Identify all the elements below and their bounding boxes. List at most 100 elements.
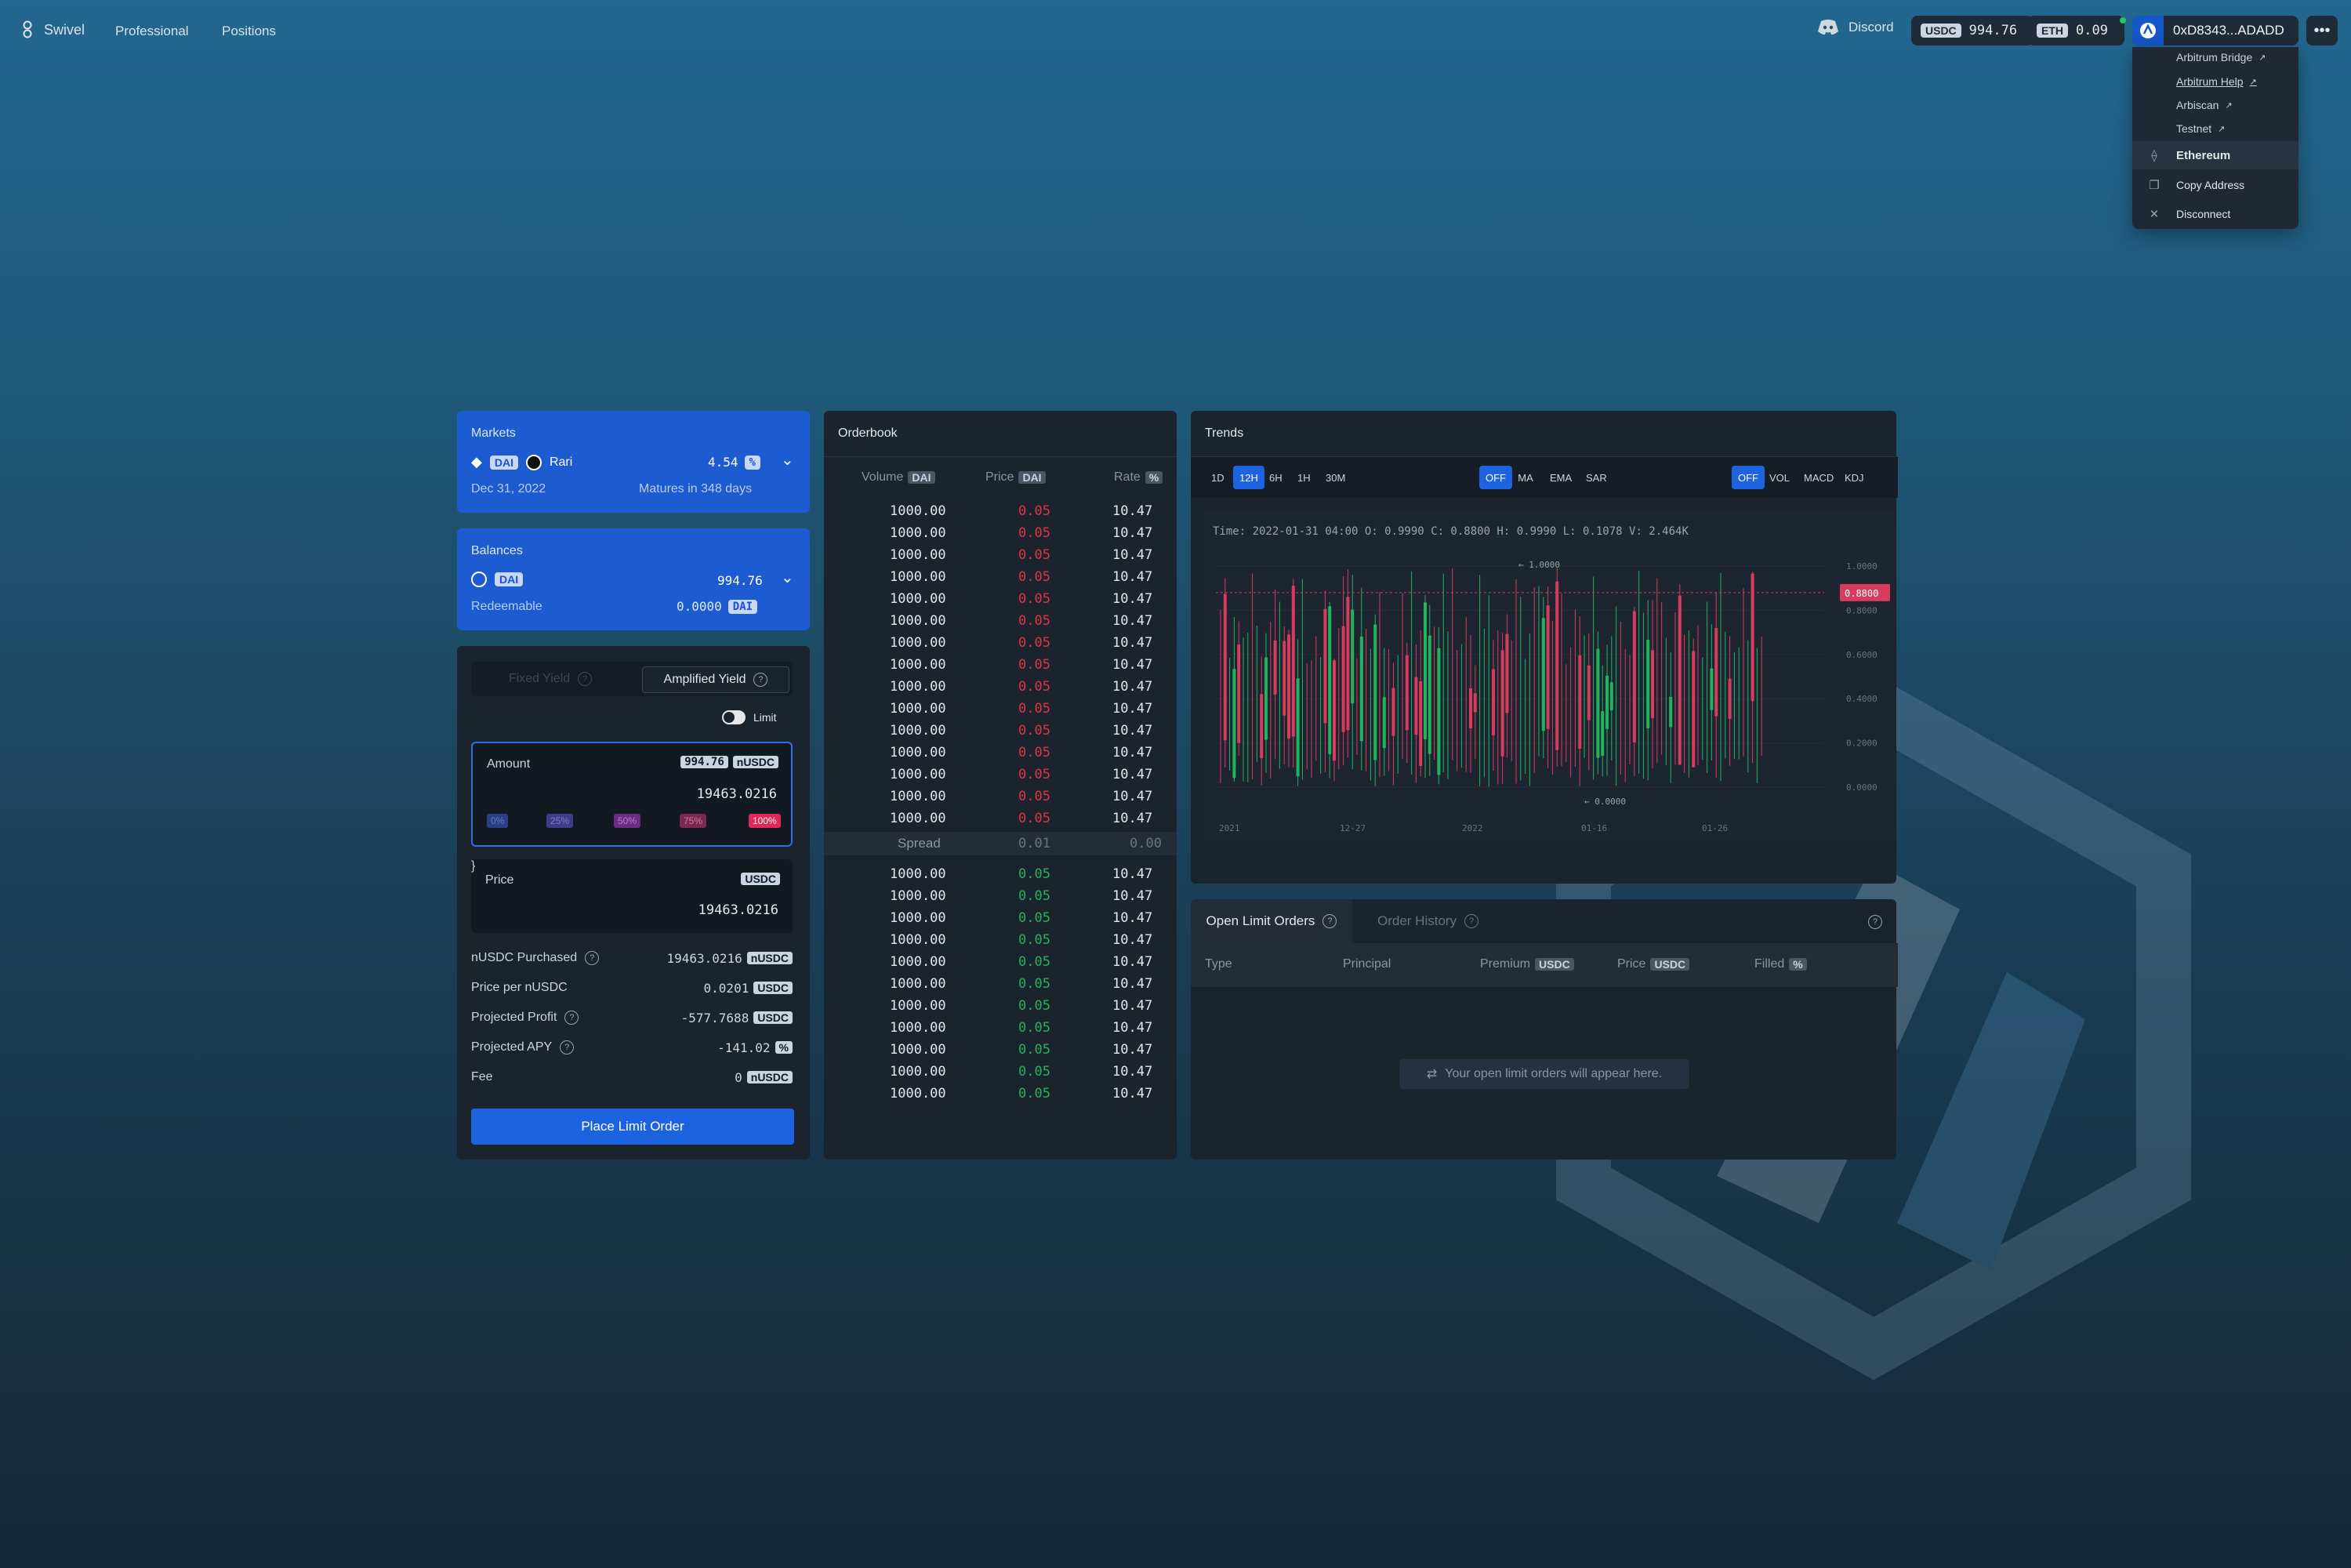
percent-75-button[interactable]: 75% <box>680 814 707 828</box>
summary-row: nUSDC Purchased? 19463.0216 nUSDC <box>471 947 793 969</box>
interval-30m-button[interactable]: 30M <box>1319 466 1351 489</box>
bid-row[interactable]: 1000.00 0.05 10.47 <box>824 1039 1177 1061</box>
account-button[interactable]: 0xD8343...ADADD <box>2132 16 2298 45</box>
interval-12h-button[interactable]: 12H <box>1233 466 1264 489</box>
ask-row[interactable]: 1000.00 0.05 10.47 <box>824 764 1177 786</box>
bid-row[interactable]: 1000.00 0.05 10.47 <box>824 885 1177 907</box>
sub-indicator-kdj-button[interactable]: KDJ <box>1838 466 1870 489</box>
candle-body <box>1273 640 1277 695</box>
help-icon: ? <box>1322 914 1337 928</box>
eth-tag: ETH <box>2037 24 2068 38</box>
percent-0-button[interactable]: 0% <box>487 814 509 828</box>
balance-amount: 994.76 <box>717 573 763 588</box>
amount-input[interactable]: 19463.0216 <box>697 786 777 802</box>
ask-row[interactable]: 1000.00 0.05 10.47 <box>824 654 1177 676</box>
ask-row[interactable]: 1000.00 0.05 10.47 <box>824 742 1177 764</box>
ask-row[interactable]: 1000.00 0.05 10.47 <box>824 588 1177 610</box>
interval-1h-button[interactable]: 1H <box>1291 466 1317 489</box>
main-indicator-off-button[interactable]: OFF <box>1479 466 1512 489</box>
tab-amplified-yield[interactable]: Amplified Yield? <box>642 666 789 693</box>
link-arbitrum-bridge[interactable]: Arbitrum Bridge ↗ <box>2176 51 2266 64</box>
summary-label: Price per nUSDC <box>471 981 568 994</box>
more-menu-button[interactable]: ••• <box>2306 16 2338 45</box>
empty-orders-message: ⇄ Your open limit orders will appear her… <box>1399 1059 1689 1089</box>
help-icon[interactable]: ? <box>564 1011 579 1025</box>
ask-row[interactable]: 1000.00 0.05 10.47 <box>824 500 1177 522</box>
orders-help-icon[interactable]: ? <box>1868 915 1882 929</box>
ask-price: 0.05 <box>1018 723 1050 739</box>
chevron-down-icon[interactable]: ⌄ <box>781 568 794 587</box>
ask-row[interactable]: 1000.00 0.05 10.47 <box>824 610 1177 632</box>
link-arbitrum-help[interactable]: Arbitrum Help ↗ <box>2176 75 2257 88</box>
main-indicator-sar-button[interactable]: SAR <box>1580 466 1613 489</box>
tab-order-history[interactable]: Order History? <box>1377 899 1479 943</box>
copy-address-button[interactable]: ❐ Copy Address <box>2132 171 2298 199</box>
eth-balance-pill: ETH 0.09 <box>2027 16 2124 45</box>
summary-label: Projected Profit <box>471 1011 557 1024</box>
bid-row[interactable]: 1000.00 0.05 10.47 <box>824 995 1177 1017</box>
sub-indicator-off-button[interactable]: OFF <box>1732 466 1765 489</box>
interval-6h-button[interactable]: 6H <box>1263 466 1289 489</box>
bid-row[interactable]: 1000.00 0.05 10.47 <box>824 951 1177 973</box>
tab-fixed-yield[interactable]: Fixed Yield? <box>476 666 625 691</box>
disconnect-button[interactable]: ✕ Disconnect <box>2132 200 2298 228</box>
y-tick-label: 0.0000 <box>1846 782 1878 793</box>
x-tick-label: 2022 <box>1462 823 1483 833</box>
candle-body <box>1605 675 1609 729</box>
toggle-switch[interactable] <box>722 710 746 724</box>
balances-panel[interactable]: Balances DAI 994.76 ⌄ Redeemable 0.0000 … <box>457 528 810 630</box>
discord-link[interactable]: Discord <box>1817 19 1894 36</box>
place-limit-order-button[interactable]: Place Limit Order <box>471 1109 794 1145</box>
nav-positions[interactable]: Positions <box>222 24 276 39</box>
brand[interactable]: Swivel <box>22 20 85 39</box>
bid-row[interactable]: 1000.00 0.05 10.47 <box>824 863 1177 885</box>
main-indicator-ema-button[interactable]: EMA <box>1544 466 1578 489</box>
ask-row[interactable]: 1000.00 0.05 10.47 <box>824 676 1177 698</box>
ask-rate: 10.47 <box>1112 613 1153 629</box>
main-indicator-ma-button[interactable]: MA <box>1511 466 1540 489</box>
summary-row: Price per nUSDC 0.0201 USDC <box>471 977 793 999</box>
markets-panel[interactable]: Markets ◆ DAI Rari 4.54 % ⌄ Dec 31, 2022… <box>457 411 810 513</box>
price-input[interactable]: 19463.0216 <box>698 902 778 918</box>
bid-row[interactable]: 1000.00 0.05 10.47 <box>824 973 1177 995</box>
ask-volume: 1000.00 <box>890 635 946 651</box>
ask-row[interactable]: 1000.00 0.05 10.47 <box>824 720 1177 742</box>
sub-indicator-macd-button[interactable]: MACD <box>1798 466 1840 489</box>
sub-indicator-vol-button[interactable]: VOL <box>1763 466 1796 489</box>
amount-input-box[interactable]: Amount 994.76 nUSDC 19463.0216 0% 25% 50… <box>471 742 793 847</box>
interval-1d-button[interactable]: 1D <box>1205 466 1231 489</box>
col-price-unit: DAI <box>1018 471 1046 484</box>
ask-row[interactable]: 1000.00 0.05 10.47 <box>824 786 1177 808</box>
percent-25-button[interactable]: 25% <box>546 814 574 828</box>
ask-row[interactable]: 1000.00 0.05 10.47 <box>824 522 1177 544</box>
market-matures-in: Matures in 348 days <box>639 482 753 495</box>
candlestick-chart[interactable]: 1.0000 0.8000 0.6000 0.4000 0.2000 0.0000 2021… <box>1205 511 1895 842</box>
network-ethereum[interactable]: ⟠ Ethereum <box>2132 141 2298 169</box>
help-icon[interactable]: ? <box>585 951 600 965</box>
limit-toggle[interactable]: Limit <box>722 710 777 724</box>
price-input-box[interactable]: Price USDC 19463.0216 } <box>471 859 793 933</box>
tab-open-limit-orders[interactable]: Open Limit Orders? <box>1191 899 1352 943</box>
amount-max-badge[interactable]: 994.76 <box>680 756 728 768</box>
help-icon[interactable]: ? <box>560 1040 575 1054</box>
bid-row[interactable]: 1000.00 0.05 10.47 <box>824 1061 1177 1083</box>
ask-row[interactable]: 1000.00 0.05 10.47 <box>824 808 1177 829</box>
candle-body <box>1437 648 1441 775</box>
bid-row[interactable]: 1000.00 0.05 10.47 <box>824 1083 1177 1105</box>
ask-row[interactable]: 1000.00 0.05 10.47 <box>824 632 1177 654</box>
ask-row[interactable]: 1000.00 0.05 10.47 <box>824 698 1177 720</box>
link-testnet[interactable]: Testnet ↗ <box>2176 122 2225 135</box>
percent-100-button[interactable]: 100% <box>749 814 781 828</box>
bid-row[interactable]: 1000.00 0.05 10.47 <box>824 1017 1177 1039</box>
ask-row[interactable]: 1000.00 0.05 10.47 <box>824 566 1177 588</box>
bid-row[interactable]: 1000.00 0.05 10.47 <box>824 929 1177 951</box>
bid-rate: 10.47 <box>1112 1042 1153 1058</box>
link-arbiscan[interactable]: Arbiscan ↗ <box>2176 99 2233 111</box>
ask-row[interactable]: 1000.00 0.05 10.47 <box>824 544 1177 566</box>
chevron-down-icon[interactable]: ⌄ <box>781 450 794 470</box>
percent-50-button[interactable]: 50% <box>614 814 641 828</box>
nav-professional[interactable]: Professional <box>115 24 189 39</box>
bid-row[interactable]: 1000.00 0.05 10.47 <box>824 907 1177 929</box>
candle-body <box>1328 606 1332 755</box>
col-price: Price DAI <box>985 470 1046 485</box>
